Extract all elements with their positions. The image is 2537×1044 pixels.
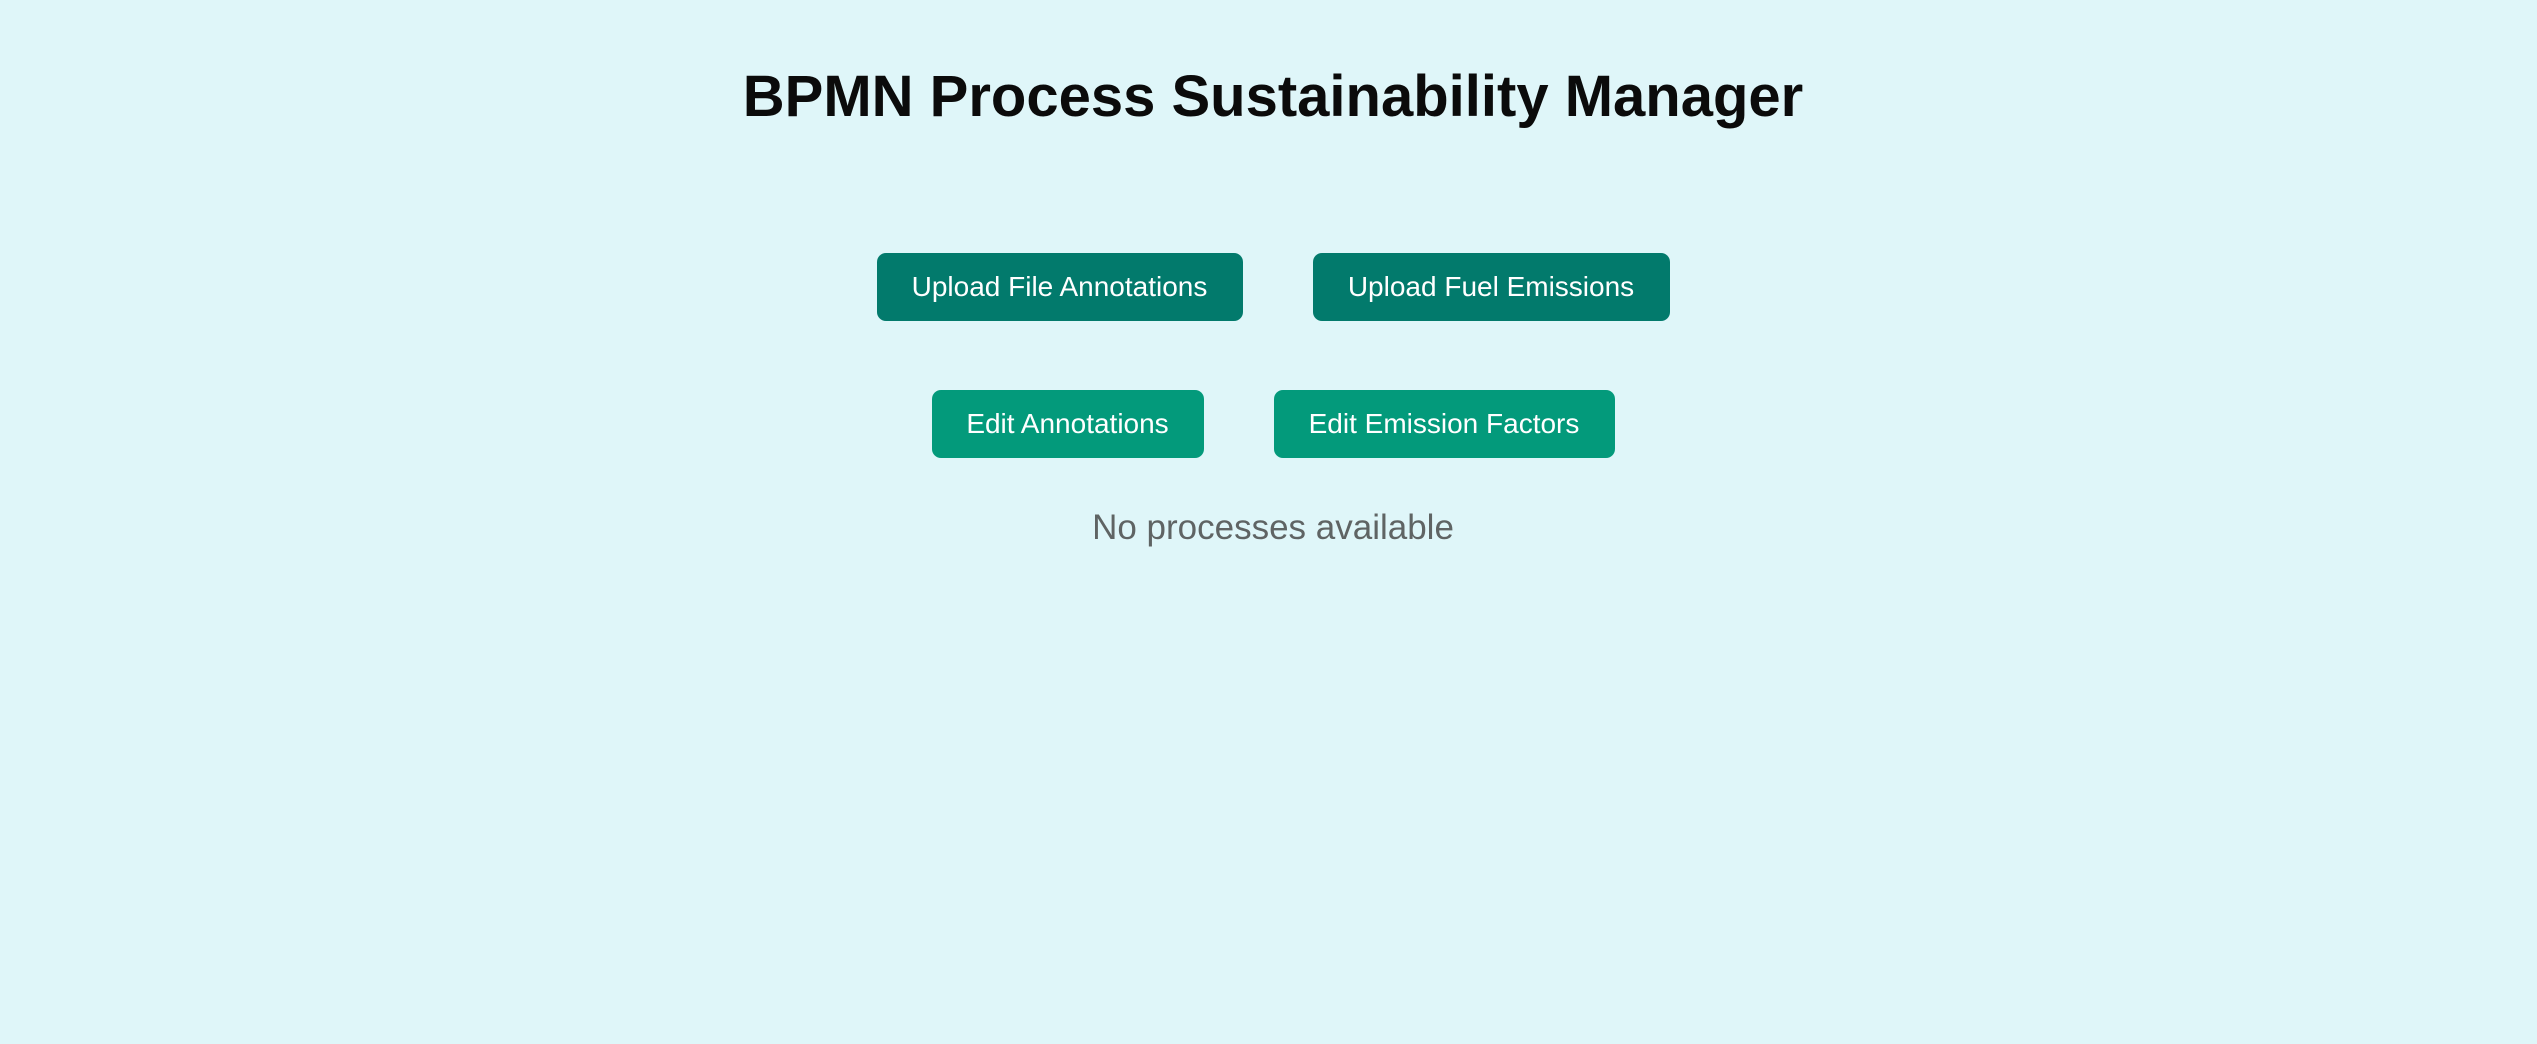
upload-file-annotations-button[interactable]: Upload File Annotations [876, 253, 1243, 321]
upload-actions-row: Upload File Annotations Upload Fuel Emis… [0, 253, 2537, 321]
edit-actions-row: Edit Annotations Edit Emission Factors [0, 390, 2537, 458]
edit-emission-factors-button[interactable]: Edit Emission Factors [1273, 390, 1615, 458]
no-processes-message: No processes available [1092, 508, 1454, 547]
edit-annotations-button[interactable]: Edit Annotations [931, 390, 1204, 458]
upload-fuel-emissions-button[interactable]: Upload Fuel Emissions [1312, 253, 1670, 321]
page-title: BPMN Process Sustainability Manager [742, 64, 1804, 129]
